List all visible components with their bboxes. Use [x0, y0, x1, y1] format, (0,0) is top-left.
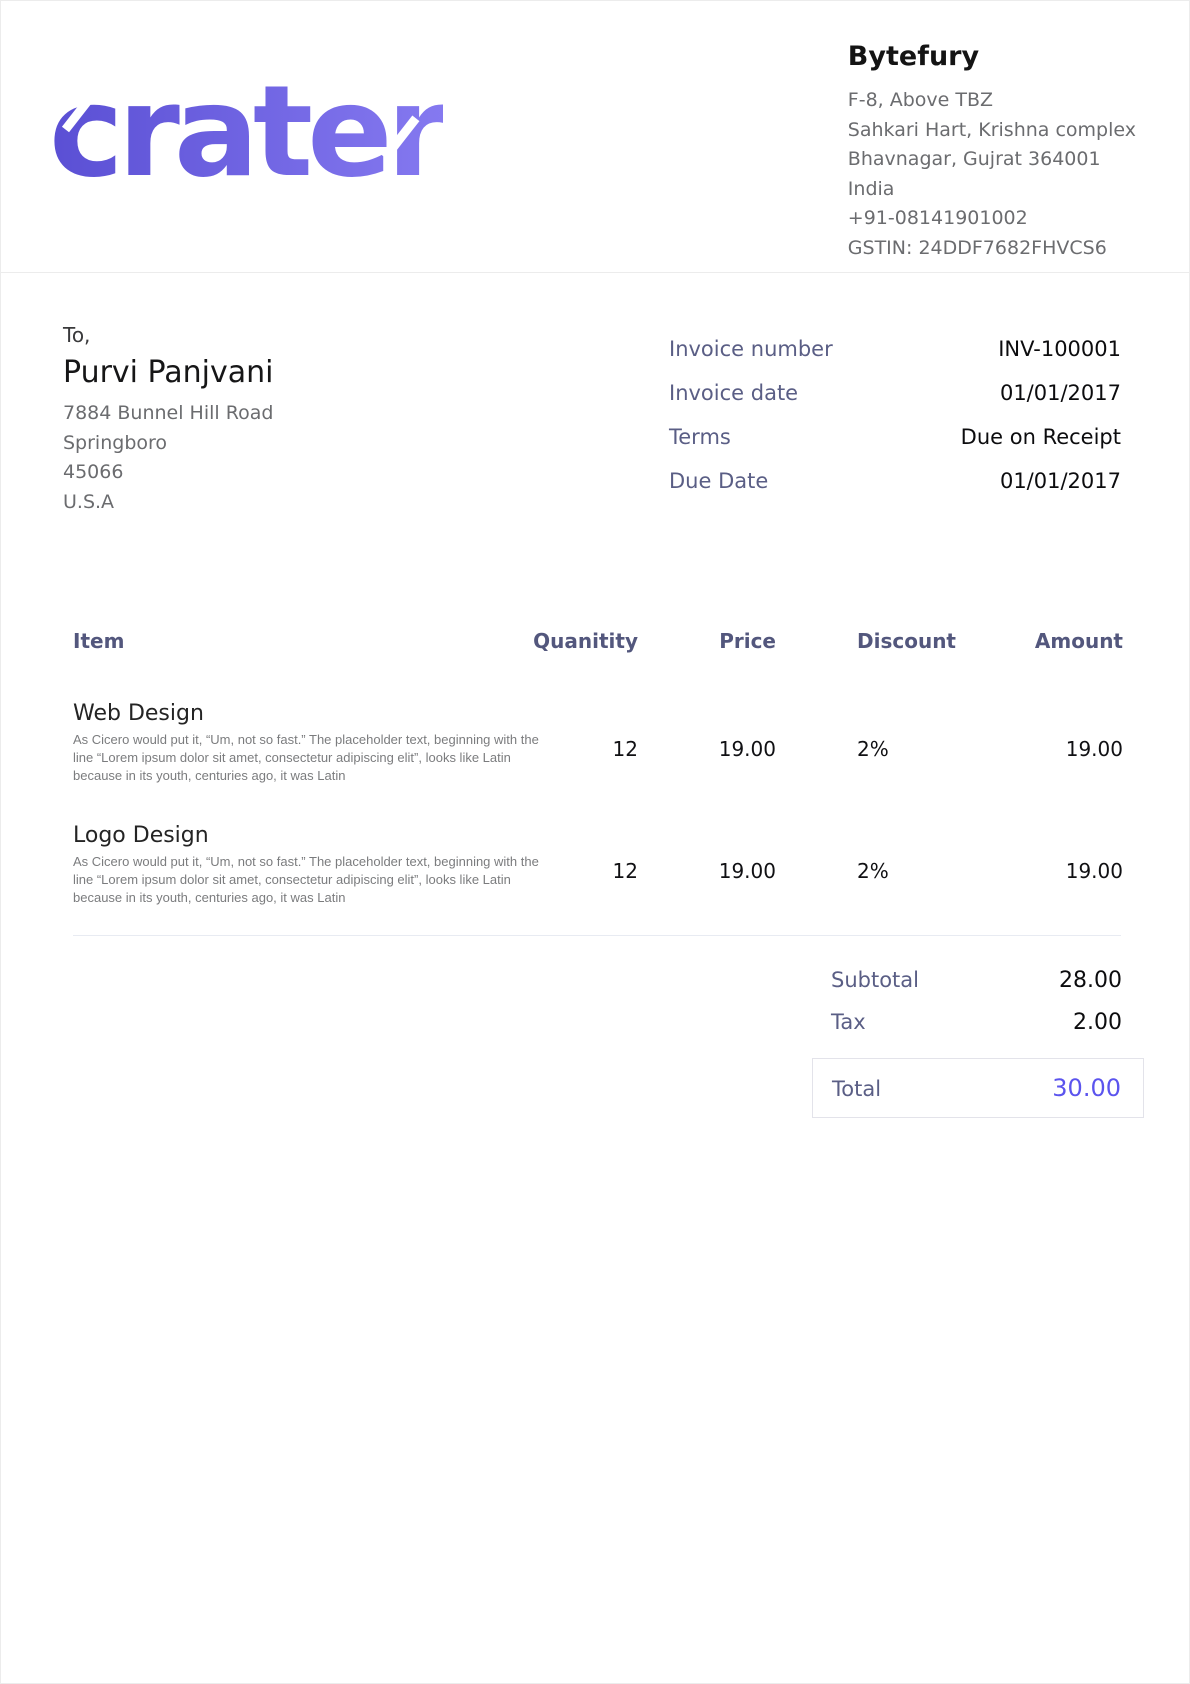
tax-label: Tax: [831, 1010, 866, 1034]
invoice-date-label: Invoice date: [669, 381, 798, 405]
terms-value: Due on Receipt: [961, 425, 1121, 449]
bill-to-address-line: Springboro: [63, 429, 274, 459]
column-header-price: Price: [638, 629, 776, 653]
invoice-number-label: Invoice number: [669, 337, 833, 361]
invoice-number-value: INV-100001: [998, 337, 1121, 361]
due-date-value: 01/01/2017: [1000, 469, 1121, 493]
item-quantity: 12: [543, 823, 638, 907]
table-row: Web Design As Cicero would put it, “Um, …: [73, 677, 1121, 799]
item-description: As Cicero would put it, “Um, not so fast…: [73, 853, 545, 907]
item-name: Logo Design: [73, 823, 543, 848]
items-table: Item Quanitity Price Discount Amount Web…: [73, 629, 1121, 936]
due-date-label: Due Date: [669, 469, 768, 493]
item-price: 19.00: [638, 823, 776, 907]
item-amount: 19.00: [951, 823, 1123, 907]
item-discount: 2%: [776, 823, 951, 907]
tax-value: 2.00: [1073, 1010, 1122, 1035]
tax-row: Tax 2.00: [812, 1010, 1144, 1035]
item-cell: Logo Design As Cicero would put it, “Um,…: [73, 823, 543, 907]
company-name: Bytefury: [848, 41, 1136, 72]
crater-logo: crater: [49, 69, 443, 195]
item-name: Web Design: [73, 701, 543, 726]
item-cell: Web Design As Cicero would put it, “Um, …: [73, 701, 543, 785]
company-address-line: F-8, Above TBZ: [848, 86, 1136, 116]
company-phone: +91-08141901002: [848, 204, 1136, 234]
items-table-header: Item Quanitity Price Discount Amount: [73, 629, 1121, 677]
company-address-line: Sahkari Hart, Krishna complex: [848, 116, 1136, 146]
item-price: 19.00: [638, 701, 776, 785]
subtotal-label: Subtotal: [831, 968, 919, 992]
invoice-header: crater Bytefury F-8, Above TBZ Sahkari H…: [1, 1, 1189, 273]
meta-row-terms: Terms Due on Receipt: [669, 425, 1121, 449]
item-discount: 2%: [776, 701, 951, 785]
company-address-line: Bhavnagar, Gujrat 364001: [848, 145, 1136, 175]
column-header-discount: Discount: [776, 629, 951, 653]
item-description: As Cicero would put it, “Um, not so fast…: [73, 731, 545, 785]
invoice-meta-block: Invoice number INV-100001 Invoice date 0…: [669, 337, 1121, 517]
total-box: Total 30.00: [812, 1058, 1144, 1118]
bill-to-block: To, Purvi Panjvani 7884 Bunnel Hill Road…: [63, 323, 274, 517]
column-header-amount: Amount: [951, 629, 1123, 653]
totals-section: Subtotal 28.00 Tax 2.00 Total 30.00: [812, 968, 1144, 1118]
table-row: Logo Design As Cicero would put it, “Um,…: [73, 799, 1121, 921]
subtotal-value: 28.00: [1059, 968, 1122, 993]
terms-label: Terms: [669, 425, 731, 449]
column-header-quantity: Quanitity: [493, 629, 638, 653]
item-amount: 19.00: [951, 701, 1123, 785]
billing-section: To, Purvi Panjvani 7884 Bunnel Hill Road…: [1, 273, 1189, 517]
total-label: Total: [832, 1077, 881, 1101]
column-header-item: Item: [73, 629, 493, 653]
meta-row-invoice-number: Invoice number INV-100001: [669, 337, 1121, 361]
bill-to-address-line: 45066: [63, 458, 274, 488]
bill-to-name: Purvi Panjvani: [63, 355, 274, 390]
item-quantity: 12: [543, 701, 638, 785]
company-gstin: GSTIN: 24DDF7682FHVCS6: [848, 234, 1136, 264]
bill-to-address-line: 7884 Bunnel Hill Road: [63, 399, 274, 429]
invoice-page: crater Bytefury F-8, Above TBZ Sahkari H…: [0, 0, 1190, 1684]
company-info-block: Bytefury F-8, Above TBZ Sahkari Hart, Kr…: [848, 41, 1136, 263]
invoice-date-value: 01/01/2017: [1000, 381, 1121, 405]
meta-row-due-date: Due Date 01/01/2017: [669, 469, 1121, 493]
total-value: 30.00: [1052, 1074, 1121, 1102]
bill-to-label: To,: [63, 323, 274, 347]
company-address-line: India: [848, 175, 1136, 205]
crater-logo-text: crater: [49, 58, 443, 205]
table-bottom-divider: [73, 935, 1121, 936]
meta-row-invoice-date: Invoice date 01/01/2017: [669, 381, 1121, 405]
bill-to-address-line: U.S.A: [63, 488, 274, 518]
subtotal-row: Subtotal 28.00: [812, 968, 1144, 993]
